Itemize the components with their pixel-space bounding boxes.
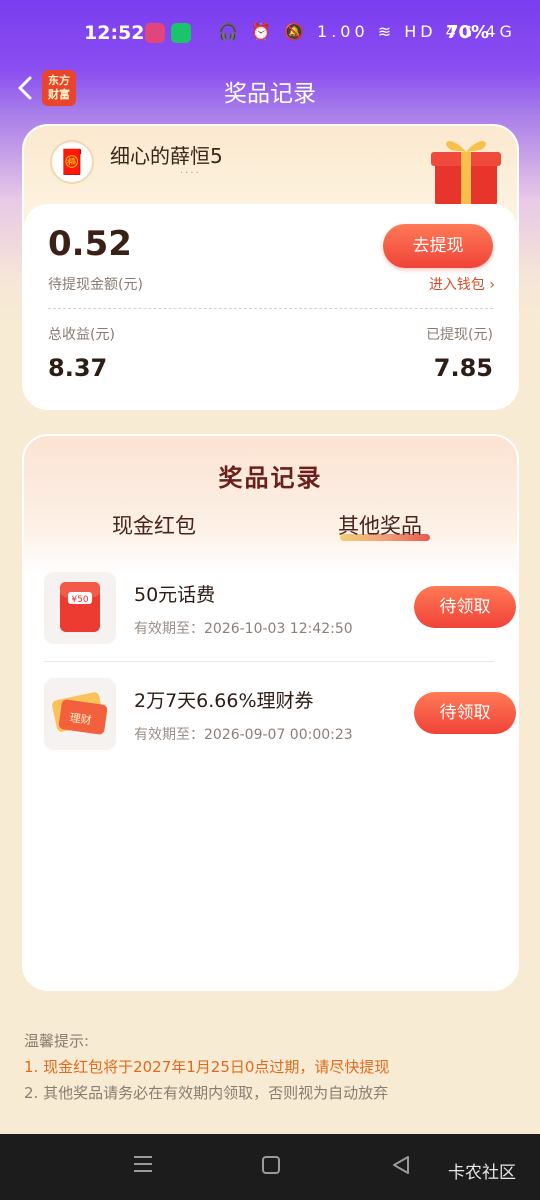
withdrawn-value: 7.85 — [433, 354, 493, 382]
pending-amount: 0.52 — [48, 224, 132, 264]
system-nav-bar: 卡农社区 — [0, 1134, 540, 1200]
tab-cash-red-packet[interactable]: 现金红包 — [112, 510, 196, 540]
prize-icon-box: 理财 — [44, 678, 116, 750]
gift-box-icon — [431, 141, 501, 206]
records-card: 奖品记录 现金红包 其他奖品 ¥50 50元话费 有效期至：2026-10-03… — [22, 434, 519, 991]
total-earnings-label: 总收益(元) — [48, 327, 115, 343]
watermark-text: 卡农社区 — [448, 1163, 516, 1183]
profile-card: 🧧 细心的薛恒5 ···· 0.52 待提现金额(元) 去提现 进入钱包 › 总… — [22, 124, 519, 410]
red-envelope-icon: ¥50 — [60, 582, 100, 632]
menu-icon[interactable] — [132, 1154, 154, 1174]
prize-expiry: 有效期至：2026-09-07 00:00:23 — [134, 724, 353, 744]
pending-label: 待提现金额(元) — [48, 277, 143, 293]
coupon-ticket-icon: 理财 — [52, 692, 108, 735]
records-title: 奖品记录 — [218, 464, 323, 492]
list-item: 理财 2万7天6.66%理财券 有效期至：2026-09-07 00:00:23… — [44, 678, 516, 768]
wallet-link[interactable]: 进入钱包 › — [429, 274, 495, 294]
expiry-label: 有效期至： — [134, 727, 204, 743]
status-bar: 12:52 🎧 ⏰ 🔕 1.00 ≋ HD 4G 4G 70% — [0, 0, 540, 68]
back-triangle-icon[interactable] — [390, 1154, 412, 1176]
prize-name: 2万7天6.66%理财券 — [134, 690, 314, 712]
tips-title: 温馨提示: — [24, 1032, 90, 1050]
total-earnings-value: 8.37 — [48, 354, 108, 382]
list-item: ¥50 50元话费 有效期至：2026-10-03 12:42:50 待领取 — [44, 572, 516, 662]
prize-icon-box: ¥50 — [44, 572, 116, 644]
battery-level: 70% — [446, 22, 490, 43]
home-icon[interactable] — [262, 1156, 280, 1174]
status-time: 12:52 — [84, 22, 145, 44]
page-title: 奖品记录 — [224, 81, 316, 107]
expiry-date: 2026-10-03 12:42:50 — [204, 621, 353, 637]
prize-expiry: 有效期至：2026-10-03 12:42:50 — [134, 618, 353, 638]
app-notification-icon — [145, 23, 165, 43]
phone-notification-icon — [171, 23, 191, 43]
balance-panel: 0.52 待提现金额(元) 去提现 进入钱包 › 总收益(元) 8.37 已提现… — [24, 204, 517, 408]
tab-other-prizes[interactable]: 其他奖品 — [338, 510, 422, 540]
divider — [48, 308, 493, 309]
divider — [44, 661, 494, 662]
tip-item: 2. 其他奖品请务必在有效期内领取，否则视为自动放弃 — [24, 1084, 389, 1102]
red-envelope-icon-text: ¥50 — [71, 595, 88, 605]
avatar[interactable]: 🧧 — [50, 140, 94, 184]
username-sub: ···· — [180, 168, 201, 179]
tip-item: 1. 现金红包将于2027年1月25日0点过期，请尽快提现 — [24, 1058, 390, 1076]
claim-button[interactable]: 待领取 — [414, 692, 516, 734]
username: 细心的薛恒5 — [110, 144, 223, 168]
expiry-date: 2026-09-07 00:00:23 — [204, 727, 353, 743]
withdrawn-label: 已提现(元) — [426, 327, 493, 343]
expiry-label: 有效期至： — [134, 621, 204, 637]
tips-section: 温馨提示: 1. 现金红包将于2027年1月25日0点过期，请尽快提现 2. 其… — [24, 1028, 389, 1106]
claim-button[interactable]: 待领取 — [414, 586, 516, 628]
withdraw-button[interactable]: 去提现 — [383, 224, 493, 268]
prize-name: 50元话费 — [134, 584, 216, 606]
